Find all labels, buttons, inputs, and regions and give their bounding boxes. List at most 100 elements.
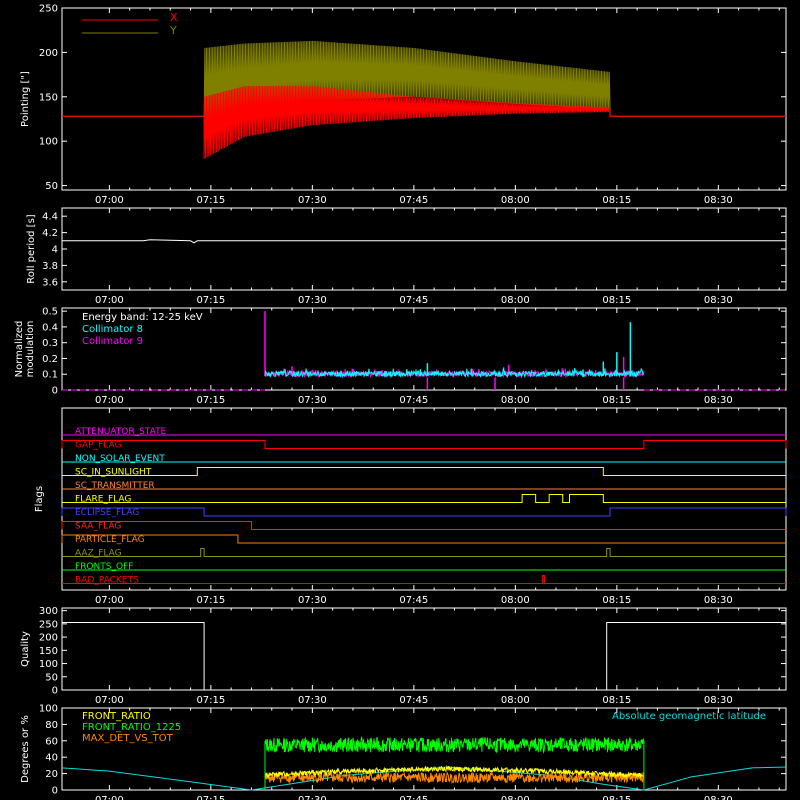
flag-sc-in-sunlight-label: SC_IN_SUNLIGHT (75, 468, 152, 478)
quicklook-svg: 07:00 07:15 07:30 07:45 08:00 08:15 08:30 50 100… (14, 4, 787, 800)
panel-3-time-label: 07:00 (95, 595, 124, 606)
flag-non-solar-event-label: NON_SOLAR_EVENT (75, 454, 165, 464)
panel-3-time-label: 08:15 (602, 595, 631, 606)
quality-line (62, 622, 786, 691)
flag-gap-flag-label: GAP_FLAG (75, 441, 121, 451)
panel-5-ytick-label: 0 (52, 786, 58, 797)
panel-0-ytick-label: 100 (39, 137, 58, 148)
panel-5-time-label: 07:30 (298, 795, 327, 800)
panel-2-ytick-label: 0.5 (42, 307, 58, 318)
flag-eclipse-flag-label: ECLIPSE_FLAG (75, 508, 139, 518)
geomagnetic-latitude-label: Absolute geomagnetic latitude (612, 711, 766, 722)
panel-4-ytick-label: 150 (39, 646, 58, 657)
flag-sc-in-sunlight-line (62, 467, 786, 476)
panel-4-ytick-label: 0 (52, 686, 58, 697)
panel-4-ytick-label: 250 (39, 619, 58, 630)
panel-3-time-label: 08:00 (501, 595, 530, 606)
panel-0-ytick-label: 250 (39, 4, 58, 15)
panel-4-time-label: 07:30 (298, 695, 327, 706)
panel-4-time-label: 07:45 (399, 695, 428, 706)
panel-3-ylabel: Flags (34, 486, 45, 512)
panel-5-time-label: 07:00 (95, 795, 124, 800)
panel-2-ytick-label: 0.2 (42, 354, 58, 365)
panel-2-ytick-label: 0 (52, 386, 58, 397)
panel-2-ytick-label: 0.1 (42, 370, 58, 381)
panel-2-ytick-label: 0.3 (42, 338, 58, 349)
panel-4-time-label: 08:30 (704, 695, 733, 706)
panel-2-time-label: 07:30 (298, 395, 327, 406)
panel-5-time-label: 08:30 (704, 795, 733, 800)
panel-5-ytick-label: 80 (45, 720, 58, 731)
panel-1-time-label: 07:15 (196, 295, 225, 306)
panel-1-ytick-label: 4.4 (42, 212, 58, 223)
panel-1-time-label: 07:30 (298, 295, 327, 306)
panel-0-time-label: 08:30 (704, 195, 733, 206)
panel-5-ytick-label: 40 (45, 753, 58, 764)
panel-1-ytick-label: 4 (52, 245, 58, 256)
panel-5-time-label: 07:15 (196, 795, 225, 800)
panel-2-ytick-label: 0.4 (42, 322, 58, 333)
panel-4-ytick-label: 200 (39, 633, 58, 644)
legend-front-ratio-1225: FRONT_RATIO_1225 (82, 722, 181, 733)
panel-4-ytick-label: 100 (39, 659, 58, 670)
legend-collimator-8: Collimator 8 (82, 324, 143, 335)
panel-4-time-label: 07:15 (196, 695, 225, 706)
quicklook-figure: 07:00 07:15 07:30 07:45 08:00 08:15 08:30 50 100… (0, 0, 800, 800)
panel-2-time-label: 08:30 (704, 395, 733, 406)
flag-bad-packets-label: BAD_PACKETS (75, 576, 139, 586)
panel-1-time-label: 07:00 (95, 295, 124, 306)
flag-flare-flag-label: FLARE_FLAG (75, 495, 131, 505)
panel-0-time-label: 07:15 (196, 195, 225, 206)
panel-1-ylabel: Roll period [s] (26, 214, 37, 283)
panel-4-time-label: 08:15 (602, 695, 631, 706)
panel-2-ylabel: Normalized (14, 321, 25, 378)
panel-5-ytick-label: 20 (45, 769, 58, 780)
panel-0-ytick-label: 50 (45, 181, 58, 192)
panel-3-time-label: 07:30 (298, 595, 327, 606)
flag-aaz-flag-label: AAZ_FLAG (75, 549, 122, 559)
panel-3-time-label: 07:15 (196, 595, 225, 606)
panel-5-ytick-label: 60 (45, 736, 58, 747)
panel-4-time-label: 07:00 (95, 695, 124, 706)
panel-1-frame (61, 207, 787, 291)
flag-aaz-flag-line (62, 548, 786, 557)
panel-4-time-label: 08:00 (501, 695, 530, 706)
panel-5-time-label: 07:45 (399, 795, 428, 800)
flag-bad-packets-line (62, 575, 786, 584)
flag-saa-flag-line (61, 521, 786, 530)
legend-y-label: Y (169, 24, 177, 37)
series-front-ratio-1225-line (264, 736, 645, 754)
panel-4-ytick-label: 50 (45, 672, 58, 683)
energy-band-label: Energy band: 12-25 keV (82, 312, 203, 323)
legend-max-det-vs-tot: MAX_DET_VS_TOT (82, 733, 174, 744)
flag-flare-flag-line (62, 494, 786, 503)
panel-5-time-label: 08:00 (501, 795, 530, 800)
flag-particle-flag-label: PARTICLE_FLAG (75, 535, 145, 545)
panel-4-frame (61, 607, 787, 691)
panel-0-time-label: 07:00 (95, 195, 124, 206)
panel-0-ylabel: Pointing ["] (20, 71, 31, 127)
panel-2-time-label: 07:00 (95, 395, 124, 406)
panel-2-time-label: 07:45 (399, 395, 428, 406)
panel-1-time-label: 08:30 (704, 295, 733, 306)
flag-gap-flag-line (61, 440, 787, 449)
panel-2-ylabel-line2: modulation (25, 321, 36, 378)
panel-3-time-label: 08:30 (704, 595, 733, 606)
panel-1-ytick-label: 3.6 (42, 277, 58, 288)
panel-0-ytick-label: 200 (39, 48, 58, 59)
flag-sc-transmitter-label: SC_TRANSMITTER (75, 481, 155, 491)
flag-attenuator-state-label: ATTENUATOR_STATE (75, 427, 167, 437)
panel-5-time-label: 08:15 (602, 795, 631, 800)
flag-saa-flag-label: SAA_FLAG (75, 522, 121, 532)
roll-period-line (62, 239, 786, 244)
flag-eclipse-flag-line (61, 507, 787, 517)
panel-1-ytick-label: 3.8 (42, 261, 58, 272)
panel-0-ytick-label: 150 (39, 92, 58, 103)
panel-2-time-label: 07:15 (196, 395, 225, 406)
panel-1-time-label: 08:00 (501, 295, 530, 306)
flag-particle-flag-line (61, 534, 786, 544)
panel-1-time-label: 08:15 (602, 295, 631, 306)
panel-1-ytick-label: 4.2 (42, 228, 58, 239)
panel-3-time-label: 07:45 (399, 595, 428, 606)
panel-1-time-label: 07:45 (399, 295, 428, 306)
